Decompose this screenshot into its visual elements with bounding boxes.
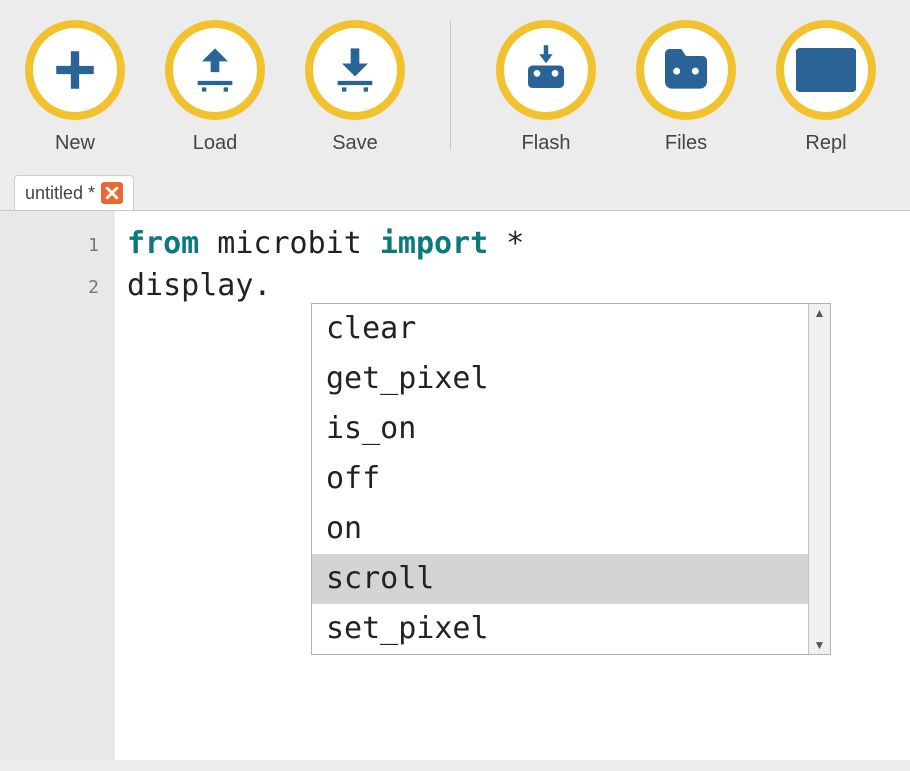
autocomplete-item[interactable]: clear	[312, 304, 808, 354]
new-label: New	[55, 132, 95, 155]
repl-button[interactable]: Repl	[776, 20, 876, 155]
autocomplete-scrollbar[interactable]: ▲ ▼	[808, 304, 830, 654]
tab-bar: untitled *	[0, 170, 910, 210]
new-button[interactable]: New	[25, 20, 125, 155]
files-button[interactable]: Files	[636, 20, 736, 155]
save-button[interactable]: Save	[305, 20, 405, 155]
keyword-from: from	[127, 226, 199, 261]
line-gutter: 1 2	[0, 211, 115, 760]
autocomplete-item[interactable]: off	[312, 454, 808, 504]
autocomplete-item[interactable]: is_on	[312, 404, 808, 454]
files-label: Files	[665, 132, 707, 155]
autocomplete-list: clearget_pixelis_onoffonscrollset_pixel	[312, 304, 808, 654]
code-text: microbit	[199, 226, 380, 261]
line-number: 2	[0, 267, 99, 309]
code-text: *	[488, 226, 524, 261]
scroll-down-icon[interactable]: ▼	[814, 638, 826, 652]
autocomplete-popup: clearget_pixelis_onoffonscrollset_pixel …	[311, 303, 831, 655]
repl-label: Repl	[805, 132, 846, 155]
load-button[interactable]: Load	[165, 20, 265, 155]
close-icon	[105, 186, 119, 200]
plus-icon	[50, 45, 100, 95]
keyword-import: import	[380, 226, 488, 261]
flash-icon	[519, 43, 573, 97]
line-number: 1	[0, 225, 99, 267]
download-icon	[329, 44, 381, 96]
toolbar: New Load Save Flash Files Repl	[0, 0, 910, 170]
autocomplete-item[interactable]: set_pixel	[312, 604, 808, 654]
save-label: Save	[332, 132, 378, 155]
flash-label: Flash	[522, 132, 571, 155]
upload-icon	[189, 44, 241, 96]
folder-icon	[658, 42, 714, 98]
autocomplete-item[interactable]: scroll	[312, 554, 808, 604]
tab-title: untitled *	[25, 183, 95, 204]
flash-button[interactable]: Flash	[496, 20, 596, 155]
toolbar-divider	[450, 20, 451, 150]
code-text: display.	[127, 268, 272, 303]
tab-close-button[interactable]	[101, 182, 123, 204]
autocomplete-item[interactable]: get_pixel	[312, 354, 808, 404]
keyboard-icon	[796, 48, 856, 92]
code-editor[interactable]: 1 2 from microbit import * display. clea…	[0, 210, 910, 760]
load-label: Load	[193, 132, 238, 155]
scroll-up-icon[interactable]: ▲	[814, 306, 826, 320]
autocomplete-item[interactable]: on	[312, 504, 808, 554]
tab-untitled[interactable]: untitled *	[14, 175, 134, 210]
